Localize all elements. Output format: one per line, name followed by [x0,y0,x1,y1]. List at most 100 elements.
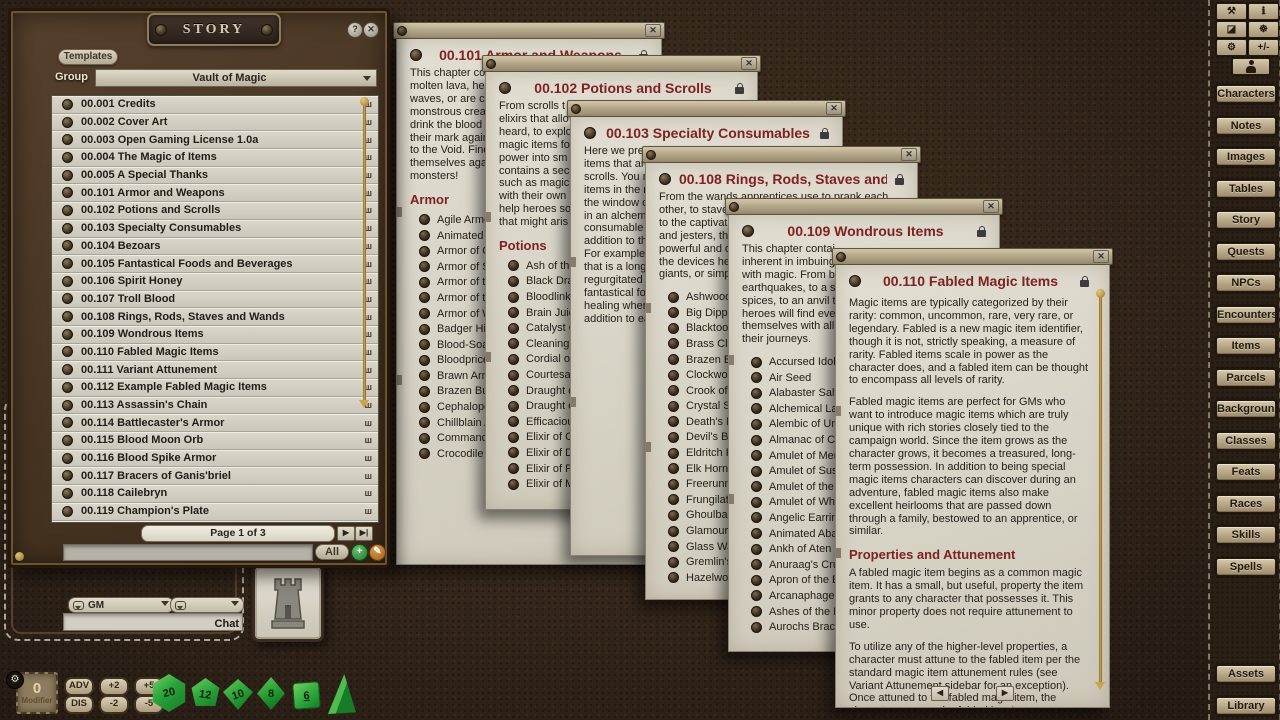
story-entry-row[interactable]: 00.106 Spirit Honey ш [52,273,378,291]
story-entry-row[interactable]: 00.101 Armor and Weapons ш [52,184,378,202]
link-dot-icon[interactable] [508,401,519,412]
link-dot-icon[interactable] [668,354,679,365]
link-dot-icon[interactable] [62,435,73,446]
d4-die[interactable] [328,674,356,714]
link-dot-icon[interactable] [751,450,762,461]
lock-icon[interactable] [820,132,829,139]
link-dot-icon[interactable] [62,382,73,393]
link-dot-icon[interactable] [419,402,430,413]
link-dot-icon[interactable] [508,370,519,381]
link-dot-icon[interactable] [419,292,430,303]
close-icon[interactable]: ✕ [645,24,661,37]
last-page-button[interactable]: ▶| [355,526,373,541]
filter-all-button[interactable]: All [315,544,349,560]
link-dot-icon[interactable] [62,134,73,145]
d10-die[interactable]: 10 [223,679,253,710]
window-titlebar[interactable]: ✕ [393,22,665,39]
window-scrollbar[interactable] [1099,297,1102,687]
link-dot-icon[interactable] [508,354,519,365]
link-dot-icon[interactable] [62,417,73,428]
link-dot-icon[interactable] [751,590,762,601]
sidebar-nav-button[interactable]: Characters [1216,85,1276,103]
link-dot-icon[interactable] [419,339,430,350]
link-dot-icon[interactable] [508,385,519,396]
sidebar-nav-button[interactable]: NPCs [1216,274,1276,292]
token-wheel-icon[interactable]: ☸ [1248,21,1279,38]
close-icon[interactable]: ✕ [983,200,999,213]
d6-die[interactable]: 6 [292,681,321,710]
story-entry-row[interactable]: 00.003 Open Gaming License 1.0a ш [52,131,378,149]
d8-die[interactable]: 8 [257,677,285,710]
dice-bag-icon[interactable]: ◪ [1216,21,1247,38]
story-entry-row[interactable]: 00.104 Bezoars ш [52,238,378,256]
link-dot-icon[interactable] [668,338,679,349]
story-master-window[interactable]: STORY ? ✕ Templates Group Vault of Magic… [8,8,390,568]
sidebar-nav-button[interactable]: Backgrounds [1216,400,1276,418]
link-dot-icon[interactable] [62,364,73,375]
book-icon[interactable]: ш [364,435,372,445]
link-dot-icon[interactable] [508,276,519,287]
story-entry-row[interactable]: 00.107 Troll Blood ш [52,291,378,309]
link-dot-icon[interactable] [62,99,73,110]
link-dot-icon[interactable] [668,323,679,334]
link-dot-icon[interactable] [668,432,679,443]
link-dot-icon[interactable] [668,448,679,459]
link-dot-icon[interactable] [668,572,679,583]
story-entry-row[interactable]: 00.116 Blood Spike Armor ш [52,450,378,468]
link-dot-icon[interactable] [62,223,73,234]
link-dot-icon[interactable] [751,497,762,508]
link-dot-icon[interactable] [419,214,430,225]
story-entry-row[interactable]: 00.117 Bracers of Ganis'briel ш [52,467,378,485]
filter-input[interactable] [63,544,313,561]
link-dot-icon[interactable] [668,385,679,396]
templates-button[interactable]: Templates [58,49,118,65]
link-dot-icon[interactable] [668,370,679,381]
link-dot-icon[interactable] [62,453,73,464]
close-icon[interactable]: ✕ [826,102,842,115]
link-dot-icon[interactable] [62,400,73,411]
sidebar-nav-button[interactable]: Images [1216,148,1276,166]
story-entry-row[interactable]: 00.121 Fire Shield of Dethurza ш [52,521,378,524]
lock-icon[interactable] [895,178,904,185]
book-icon[interactable]: ш [364,453,372,463]
sidebar-nav-button[interactable]: Notes [1216,117,1276,135]
link-dot-icon[interactable] [751,622,762,633]
story-entry-row[interactable]: 00.115 Blood Moon Orb ш [52,432,378,450]
story-entry-row[interactable]: 00.105 Fantastical Foods and Beverages ш [52,255,378,273]
story-entry-row[interactable]: 00.114 Battlecaster's Armor ш [52,414,378,432]
link-dot-icon[interactable] [668,494,679,505]
window-titlebar[interactable]: ✕ [567,100,846,117]
link-dot-icon[interactable] [419,370,430,381]
window-titlebar[interactable]: ✕ [725,198,1003,215]
window-titlebar[interactable]: ✕ [642,146,921,163]
sidebar-nav-button[interactable]: Classes [1216,432,1276,450]
options-gear-icon[interactable]: ⚙ [1216,39,1247,56]
roll-modifier-button[interactable]: DIS [64,695,94,714]
window-titlebar[interactable]: ✕ [832,248,1113,265]
link-dot-icon[interactable] [419,246,430,257]
modifiers-plus-minus-icon[interactable]: +/- [1248,39,1279,56]
link-dot-icon[interactable] [419,433,430,444]
close-button[interactable]: ✕ [363,22,379,38]
link-dot-icon[interactable] [419,448,430,459]
link-dot-icon[interactable] [62,205,73,216]
party-info-icon[interactable]: ℹ [1248,3,1279,20]
link-dot-icon[interactable] [508,447,519,458]
story-entry-row[interactable]: 00.102 Potions and Scrolls ш [52,202,378,220]
story-entry-row[interactable]: 00.001 Credits ш [52,96,378,114]
window-title-plaque[interactable]: STORY [147,13,281,46]
sidebar-nav-button[interactable]: Races [1216,495,1276,513]
sidebar-nav-button[interactable]: Spells [1216,558,1276,576]
story-entry-row[interactable]: 00.002 Cover Art ш [52,114,378,132]
sidebar-nav-button[interactable]: Library [1216,697,1276,715]
link-dot-icon[interactable] [419,417,430,428]
link-dot-icon[interactable] [751,372,762,383]
link-dot-icon[interactable] [508,463,519,474]
sidebar-nav-button[interactable]: Assets [1216,665,1276,683]
link-dot-icon[interactable] [751,544,762,555]
link-dot-icon[interactable] [62,240,73,251]
link-dot-icon[interactable] [751,559,762,570]
link-dot-icon[interactable] [508,479,519,490]
link-dot-icon[interactable] [668,463,679,474]
link-dot-icon[interactable] [751,481,762,492]
